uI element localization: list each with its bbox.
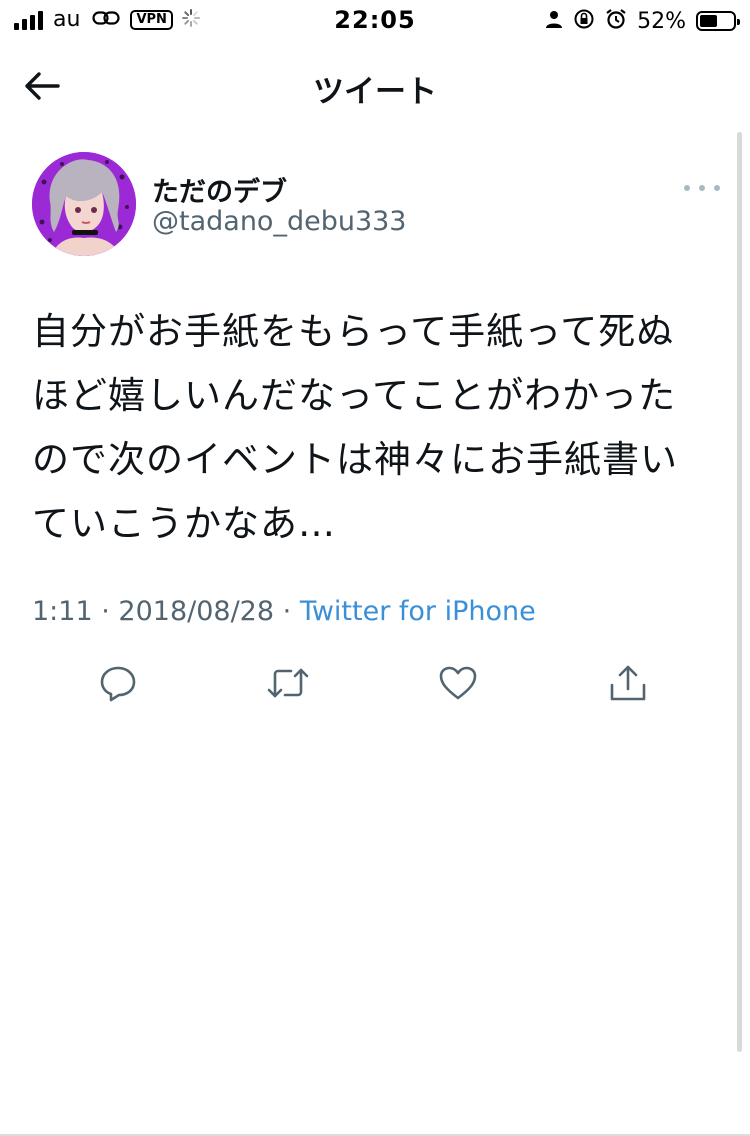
- more-dots-icon: [714, 185, 720, 191]
- reply-icon: [100, 666, 136, 702]
- orientation-lock-icon: [573, 8, 595, 34]
- battery-percent: 52%: [637, 8, 686, 34]
- battery-level-fill: [700, 15, 717, 27]
- user-handle[interactable]: @tadano_debu333: [152, 206, 406, 237]
- tweet-meta: 1:11 · 2018/08/28 · Twitter for iPhone: [32, 596, 536, 627]
- status-right: 52%: [545, 8, 740, 34]
- share-button[interactable]: [603, 658, 653, 708]
- person-icon: [545, 10, 563, 32]
- meta-separator: ·: [282, 596, 292, 627]
- more-options-button[interactable]: [684, 178, 720, 198]
- alarm-icon: [605, 8, 627, 34]
- tweet-text: 自分がお手紙をもらって手紙って死ぬほど嬉しいんだなってことがわかったので次のイベ…: [32, 310, 678, 545]
- more-dots-icon: [699, 185, 705, 191]
- avatar[interactable]: [32, 152, 136, 256]
- tweet-time: 1:11: [32, 596, 93, 627]
- retweet-button[interactable]: [263, 658, 313, 708]
- battery-cap: [737, 19, 740, 25]
- share-icon: [610, 665, 646, 701]
- status-bar: au VPN 22:05 52%: [0, 0, 750, 40]
- scroll-indicator[interactable]: [737, 132, 742, 1052]
- retweet-icon: [267, 668, 309, 698]
- tweet-date: 2018/08/28: [118, 596, 275, 627]
- avatar-image: [32, 152, 136, 256]
- battery-icon: [696, 11, 740, 31]
- reply-button[interactable]: [93, 658, 143, 708]
- display-name[interactable]: ただのデブ: [152, 170, 287, 209]
- page-title: ツイート: [313, 74, 437, 110]
- nav-header: ツイート: [0, 40, 750, 130]
- more-dots-icon: [684, 185, 690, 191]
- like-icon: [439, 666, 477, 700]
- tweet-actions: [0, 658, 750, 708]
- meta-separator: ·: [101, 596, 110, 627]
- like-button[interactable]: [433, 658, 483, 708]
- tweet-source-link[interactable]: Twitter for iPhone: [300, 596, 536, 627]
